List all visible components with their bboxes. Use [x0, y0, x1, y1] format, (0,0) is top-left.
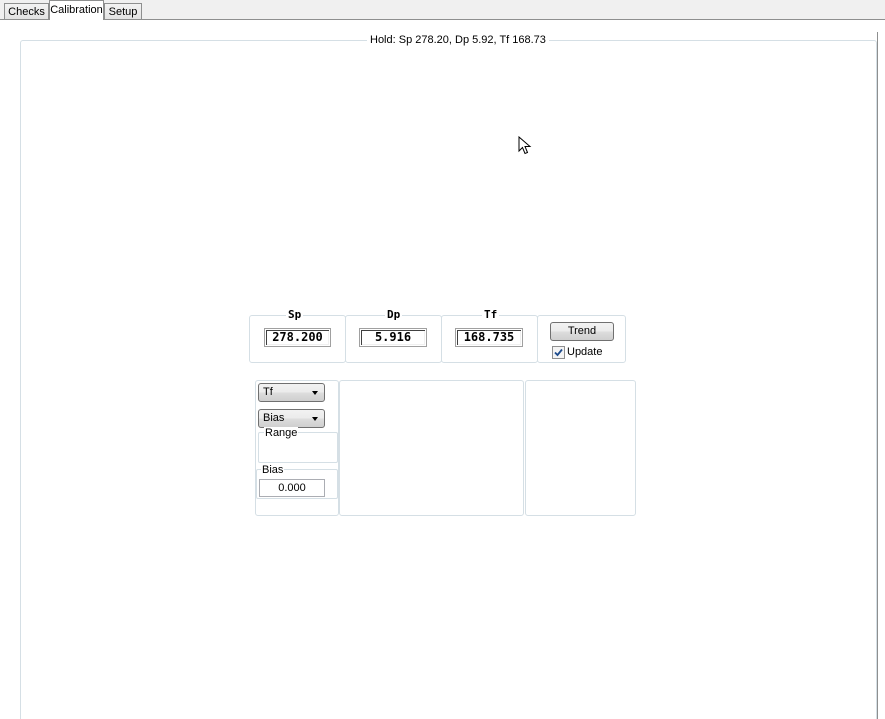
range-label: Range: [264, 427, 299, 439]
sp-title: Sp: [286, 308, 304, 321]
panel-right-border: [877, 32, 878, 719]
variable-select[interactable]: Tf: [258, 383, 325, 402]
update-checkbox[interactable]: [552, 346, 565, 359]
mode-select[interactable]: Bias: [258, 409, 325, 428]
tab-setup[interactable]: Setup: [104, 3, 142, 19]
sp-value: 278.200: [265, 329, 330, 346]
hold-status: Hold: Sp 278.20, Dp 5.92, Tf 168.73: [367, 34, 549, 46]
dp-value: 5.916: [360, 329, 426, 346]
chart-panel: [339, 380, 524, 516]
dp-title: Dp: [385, 308, 403, 321]
tab-strip: Checks Calibration Setup: [0, 0, 885, 22]
tab-checks[interactable]: Checks: [4, 3, 49, 19]
variable-select-value: Tf: [263, 386, 273, 398]
chevron-down-icon: [312, 391, 318, 395]
tf-value: 168.735: [456, 329, 522, 346]
check-icon: [554, 348, 563, 357]
bias-input[interactable]: 0.000: [259, 479, 325, 497]
mouse-pointer-icon: [518, 136, 532, 155]
info-panel: [525, 380, 636, 516]
tab-calibration[interactable]: Calibration: [49, 0, 104, 20]
calibration-window: Checks Calibration Setup Hold: Sp 278.20…: [0, 0, 885, 719]
trend-button[interactable]: Trend: [550, 322, 614, 341]
update-label[interactable]: Update: [567, 346, 602, 359]
tf-title: Tf: [482, 308, 500, 321]
mode-select-value: Bias: [263, 412, 285, 424]
bias-label: Bias: [261, 464, 285, 476]
chevron-down-icon: [312, 417, 318, 421]
